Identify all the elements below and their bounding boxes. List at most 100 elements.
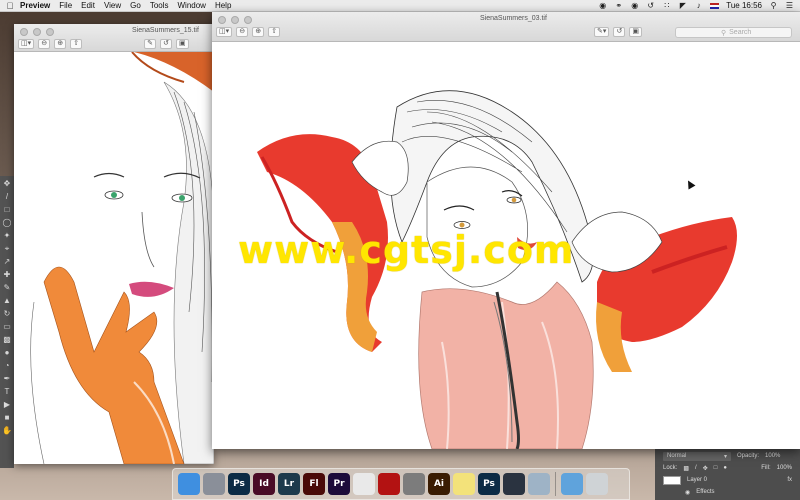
spotlight-icon[interactable]: ⚲	[769, 1, 778, 10]
creative-cloud-icon[interactable]: ⚭	[614, 1, 623, 10]
search-field[interactable]: ⚲ Search	[675, 27, 792, 38]
menu-window[interactable]: Window	[178, 1, 206, 10]
chevron-down-icon: ▾	[723, 453, 727, 460]
time-machine-icon[interactable]: ↺	[646, 1, 655, 10]
fx-icon[interactable]: fx	[787, 477, 792, 483]
sidebar-toggle-icon[interactable]: ◫▾	[216, 27, 233, 37]
image-canvas-back	[14, 52, 214, 464]
dock-premiere-icon[interactable]: Pr	[328, 473, 350, 495]
visibility-icon[interactable]: ◉	[685, 489, 690, 496]
flag-icon[interactable]	[710, 2, 720, 9]
share-icon[interactable]: ⇧	[70, 39, 83, 49]
rotate-icon[interactable]: ↺	[613, 27, 626, 37]
dock-chrome-icon[interactable]	[353, 473, 375, 495]
eye-icon[interactable]: ◉	[630, 1, 639, 10]
volume-icon[interactable]: ♪	[694, 1, 703, 10]
marquee-tool-icon[interactable]: □	[2, 205, 12, 215]
lock-all-icon[interactable]: ●	[723, 465, 727, 471]
menu-file[interactable]: File	[59, 1, 72, 10]
dock-system-preferences-icon[interactable]	[403, 473, 425, 495]
wifi-icon[interactable]: ◤	[678, 1, 687, 10]
record-icon[interactable]: ◉	[598, 1, 607, 10]
dock-indesign-icon[interactable]: Id	[253, 473, 275, 495]
toolbox-icon[interactable]: ▣	[629, 27, 643, 37]
dock-trash-icon[interactable]	[586, 473, 608, 495]
dock-folder-icon[interactable]	[561, 473, 583, 495]
menu-tools[interactable]: Tools	[150, 1, 169, 10]
clock[interactable]: Tue 16:56	[726, 1, 762, 10]
pencil-tool-icon[interactable]: ✎	[2, 283, 12, 293]
eyedropper-icon[interactable]: ↗	[2, 257, 12, 267]
menu-edit[interactable]: Edit	[81, 1, 95, 10]
dock: Ps Id Lr Fl Pr Ai Ps	[172, 468, 630, 500]
menu-help[interactable]: Help	[215, 1, 231, 10]
dock-lightroom-icon[interactable]: Lr	[278, 473, 300, 495]
zoom-button[interactable]	[244, 16, 252, 24]
crop-tool-icon[interactable]: ⌖	[2, 244, 12, 254]
dock-launchpad-icon[interactable]	[203, 473, 225, 495]
share-icon[interactable]: ⇧	[268, 27, 281, 37]
rotate-icon[interactable]: ↺	[160, 39, 172, 49]
zoom-in-icon[interactable]: ⊕	[252, 27, 265, 37]
fill-value[interactable]: 100%	[777, 465, 792, 471]
markup-icon[interactable]: ✎	[144, 39, 156, 49]
history-brush-icon[interactable]: ↻	[2, 309, 12, 319]
lock-position-icon[interactable]: ✥	[703, 465, 708, 472]
blend-mode-value: Normal	[667, 453, 687, 459]
notification-center-icon[interactable]: ☰	[785, 1, 794, 10]
hand-tool-icon[interactable]: ✋	[2, 426, 12, 436]
pen-tool-icon[interactable]: ✒	[2, 374, 12, 384]
eraser-tool-icon[interactable]: ▭	[2, 322, 12, 332]
dock-notes-icon[interactable]	[453, 473, 475, 495]
brush-tool-icon[interactable]: /	[2, 192, 12, 202]
opacity-value[interactable]: 100%	[765, 453, 780, 459]
opacity-label: Opacity:	[737, 453, 760, 459]
blur-tool-icon[interactable]: ●	[2, 348, 12, 358]
zoom-button[interactable]	[46, 28, 54, 36]
healing-tool-icon[interactable]: ✚	[2, 270, 12, 280]
zoom-out-icon[interactable]: ⊖	[38, 39, 51, 49]
minimize-button[interactable]	[33, 28, 41, 36]
close-button[interactable]	[218, 16, 226, 24]
dock-acrobat-icon[interactable]	[378, 473, 400, 495]
menu-app-name[interactable]: Preview	[20, 1, 50, 10]
stamp-tool-icon[interactable]: ▲	[2, 296, 12, 306]
dodge-tool-icon[interactable]: ◔	[2, 361, 12, 371]
layer-row[interactable]: Layer 0 fx	[655, 474, 800, 486]
lock-artboard-icon[interactable]: □	[714, 465, 718, 471]
path-select-icon[interactable]: ▶	[2, 400, 12, 410]
sidebar-toggle-icon[interactable]: ◫▾	[18, 39, 35, 49]
dock-quicktime-icon[interactable]	[503, 473, 525, 495]
dock-preview-icon[interactable]	[528, 473, 550, 495]
apple-icon[interactable]: 	[0, 1, 20, 11]
dock-flash-icon[interactable]: Fl	[303, 473, 325, 495]
blend-mode-select[interactable]: Normal ▾	[663, 451, 731, 461]
preview-window-back[interactable]: SienaSummers_15.tif ◫▾ ⊖ ⊕ ⇧ ✎ ↺ ▣	[14, 24, 214, 464]
menu-view[interactable]: View	[104, 1, 121, 10]
lock-pixels-icon[interactable]: /	[695, 465, 697, 471]
dock-finder-icon[interactable]	[178, 473, 200, 495]
close-button[interactable]	[20, 28, 28, 36]
window-titlebar[interactable]: SienaSummers_03.tif ◫▾ ⊖ ⊕ ⇧ ✎▾ ↺ ▣ ⚲ Se…	[212, 12, 800, 42]
type-tool-icon[interactable]: T	[2, 387, 12, 397]
dock-photoshop-2-icon[interactable]: Ps	[478, 473, 500, 495]
gradient-tool-icon[interactable]: ▩	[2, 335, 12, 345]
bluetooth-icon[interactable]: ∷	[662, 1, 671, 10]
dock-photoshop-icon[interactable]: Ps	[228, 473, 250, 495]
magic-wand-icon[interactable]: ✦	[2, 231, 12, 241]
zoom-out-icon[interactable]: ⊖	[236, 27, 249, 37]
search-icon: ⚲	[721, 29, 727, 37]
shape-tool-icon[interactable]: ■	[2, 413, 12, 423]
menu-go[interactable]: Go	[130, 1, 141, 10]
dock-illustrator-icon[interactable]: Ai	[428, 473, 450, 495]
photoshop-layers-panel: Normal ▾ Opacity: 100% Lock: ▩ / ✥ □ ● F…	[655, 447, 800, 500]
zoom-in-icon[interactable]: ⊕	[54, 39, 67, 49]
markup-icon[interactable]: ✎▾	[594, 27, 610, 37]
minimize-button[interactable]	[231, 16, 239, 24]
lasso-tool-icon[interactable]: ◯	[2, 218, 12, 228]
toolbox-icon[interactable]: ▣	[176, 39, 189, 49]
dock-separator	[555, 472, 556, 496]
move-tool-icon[interactable]: ✥	[2, 179, 12, 189]
window-titlebar[interactable]: SienaSummers_15.tif ◫▾ ⊖ ⊕ ⇧ ✎ ↺ ▣	[14, 24, 214, 52]
lock-transparency-icon[interactable]: ▩	[683, 465, 689, 472]
